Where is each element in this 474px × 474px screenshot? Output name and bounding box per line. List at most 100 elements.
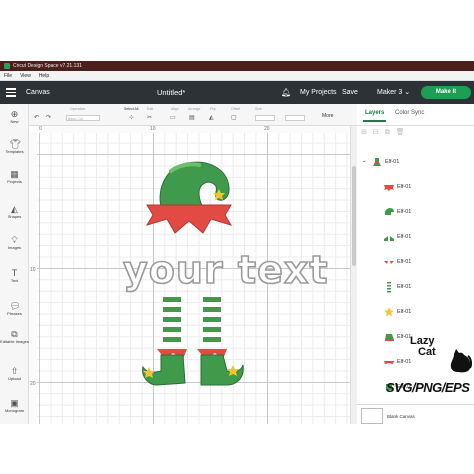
canvas-artwork: your text	[37, 133, 350, 424]
blank-canvas-swatch	[361, 408, 383, 424]
blank-canvas-row[interactable]: Blank Canvas	[357, 404, 474, 424]
monogram-icon: ▣	[10, 398, 19, 408]
layer-row[interactable]: Elf-01	[357, 178, 474, 198]
delete-icon[interactable]: 🗑︎	[396, 129, 411, 136]
horizontal-ruler: 0 10 20	[37, 126, 350, 133]
window-title-bar: Cricut Design Space v7.21.131	[0, 61, 474, 71]
menu-file[interactable]: File	[4, 71, 12, 80]
layer-row[interactable]: Elf-01	[357, 278, 474, 298]
select-all-icon[interactable]: ⊹	[129, 114, 134, 121]
offset-label: Offset	[231, 107, 241, 111]
rail-text[interactable]: T Text	[0, 268, 29, 284]
left-rail: ⊕ New 👕︎ Templates ▦ Projects ◭ Shapes 💡…	[0, 104, 29, 424]
ruler-tick: 10	[150, 126, 156, 132]
rail-shapes[interactable]: ◭ Shapes	[0, 204, 29, 220]
elf-hat-brim-icon	[384, 185, 394, 191]
app-icon	[4, 63, 10, 69]
left-leg	[142, 297, 187, 386]
elf-hat-icon	[384, 208, 394, 215]
ruler-tick: 20	[264, 126, 270, 132]
tab-layers[interactable]: Layers	[362, 110, 387, 122]
height-input[interactable]	[285, 115, 305, 121]
save-button[interactable]: Save	[342, 81, 358, 104]
menu-help[interactable]: Help	[39, 71, 49, 80]
rail-new[interactable]: ⊕ New	[0, 109, 29, 125]
vertical-ruler: 10 20	[29, 133, 37, 424]
flip-label: Flip	[210, 107, 216, 111]
elf-shoes-icon	[384, 236, 394, 241]
size-label: Size	[255, 107, 262, 111]
panel-tabs: Layers Color Sync	[357, 104, 474, 126]
canvas-scrollbar[interactable]	[350, 126, 357, 424]
bottom-margin	[0, 424, 474, 474]
chevron-down-icon: ⌄	[404, 89, 411, 96]
redo-icon[interactable]: ↷	[46, 114, 51, 121]
scrollbar-thumb[interactable]	[352, 166, 356, 266]
rail-phrases[interactable]: 💬︎ Phrases	[0, 301, 29, 317]
window-title: Cricut Design Space v7.21.131	[13, 63, 82, 69]
undo-icon[interactable]: ↶	[34, 114, 39, 121]
duplicate-icon[interactable]: ⧉	[385, 129, 396, 136]
tab-color-sync[interactable]: Color Sync	[395, 110, 424, 116]
elf-hat-image[interactable]	[139, 149, 239, 249]
watermark-brand: Lazy Cat	[410, 335, 436, 358]
plus-icon: ⊕	[10, 109, 19, 119]
width-input[interactable]	[255, 115, 275, 121]
ungroup-icon[interactable]: ⊟	[373, 129, 385, 136]
bell-icon[interactable]: 🔔︎	[281, 88, 291, 97]
flip-icon[interactable]: ◭	[209, 114, 214, 121]
ruler-tick: 10	[30, 267, 36, 273]
arrange-label: Arrange	[188, 107, 201, 111]
projects-icon: ▦	[10, 169, 19, 179]
operation-value: Basic Cut	[68, 117, 83, 121]
align-icon[interactable]: ▭	[170, 114, 176, 121]
chevron-down-icon[interactable]: ⌄	[362, 158, 367, 164]
editable-image-icon: ⧉	[11, 329, 18, 339]
image-icon: 💡︎	[11, 235, 18, 245]
right-leg	[197, 297, 244, 386]
more-button[interactable]: More	[322, 113, 333, 119]
text-icon: T	[11, 268, 18, 278]
rail-editable-images[interactable]: ⧉ Editable Images	[0, 329, 29, 345]
elf-legs-image[interactable]	[137, 293, 247, 393]
rail-monogram[interactable]: ▣ Monogram	[0, 398, 29, 414]
ruler-tick: 0	[39, 126, 42, 132]
section-name: Canvas	[26, 89, 50, 96]
shirt-icon: 👕︎	[9, 139, 21, 149]
rail-upload[interactable]: ⇧ Upload	[0, 366, 29, 382]
layer-group-row[interactable]: ⌄ Elf-01	[357, 153, 474, 173]
machine-select[interactable]: Maker 3 ⌄	[377, 81, 410, 104]
edit-icon[interactable]: ✂	[147, 114, 152, 121]
lazy-cat-watermark: Lazy Cat SVG/PNG/EPS	[384, 334, 474, 404]
my-projects-button[interactable]: My Projects	[300, 81, 337, 104]
upload-icon: ⇧	[10, 366, 19, 376]
canvas-text-element[interactable]: your text	[122, 247, 329, 293]
cat-silhouette-icon	[450, 349, 472, 373]
group-icon[interactable]: ⊞	[361, 129, 373, 136]
hamburger-menu-icon[interactable]	[0, 81, 22, 104]
document-title: Untitled*	[157, 88, 186, 97]
elf-cuffs-icon	[384, 261, 394, 264]
layer-row[interactable]: Elf-01	[357, 303, 474, 323]
layer-row[interactable]: Elf-01	[357, 203, 474, 223]
rail-projects[interactable]: ▦ Projects	[0, 169, 29, 185]
make-it-button[interactable]: Make It	[421, 86, 471, 99]
watermark-formats: SVG/PNG/EPS	[386, 380, 470, 395]
layer-row[interactable]: Elf-01	[357, 253, 474, 273]
app-header: Canvas Untitled* 🔔︎ My Projects Save Mak…	[0, 81, 474, 104]
shapes-icon: ◭	[11, 204, 18, 214]
rail-templates[interactable]: 👕︎ Templates	[0, 139, 29, 155]
arrange-icon[interactable]: ▤	[189, 114, 195, 121]
offset-icon[interactable]: ▢	[231, 114, 237, 121]
elf-group-icon	[373, 158, 381, 166]
star-icon	[384, 307, 394, 317]
menu-view[interactable]: View	[20, 71, 31, 80]
select-all-label: Select All	[124, 107, 139, 111]
top-margin	[0, 0, 474, 61]
ruler-tick: 20	[30, 381, 36, 387]
rail-images[interactable]: 💡︎ Images	[0, 235, 29, 251]
edit-toolbar: ↶ ↷ Operation Basic Cut Select All ⊹ Edi…	[29, 104, 358, 126]
blank-canvas-label: Blank Canvas	[387, 414, 415, 419]
edit-label: Edit	[147, 107, 154, 111]
layer-row[interactable]: Elf-01	[357, 228, 474, 248]
